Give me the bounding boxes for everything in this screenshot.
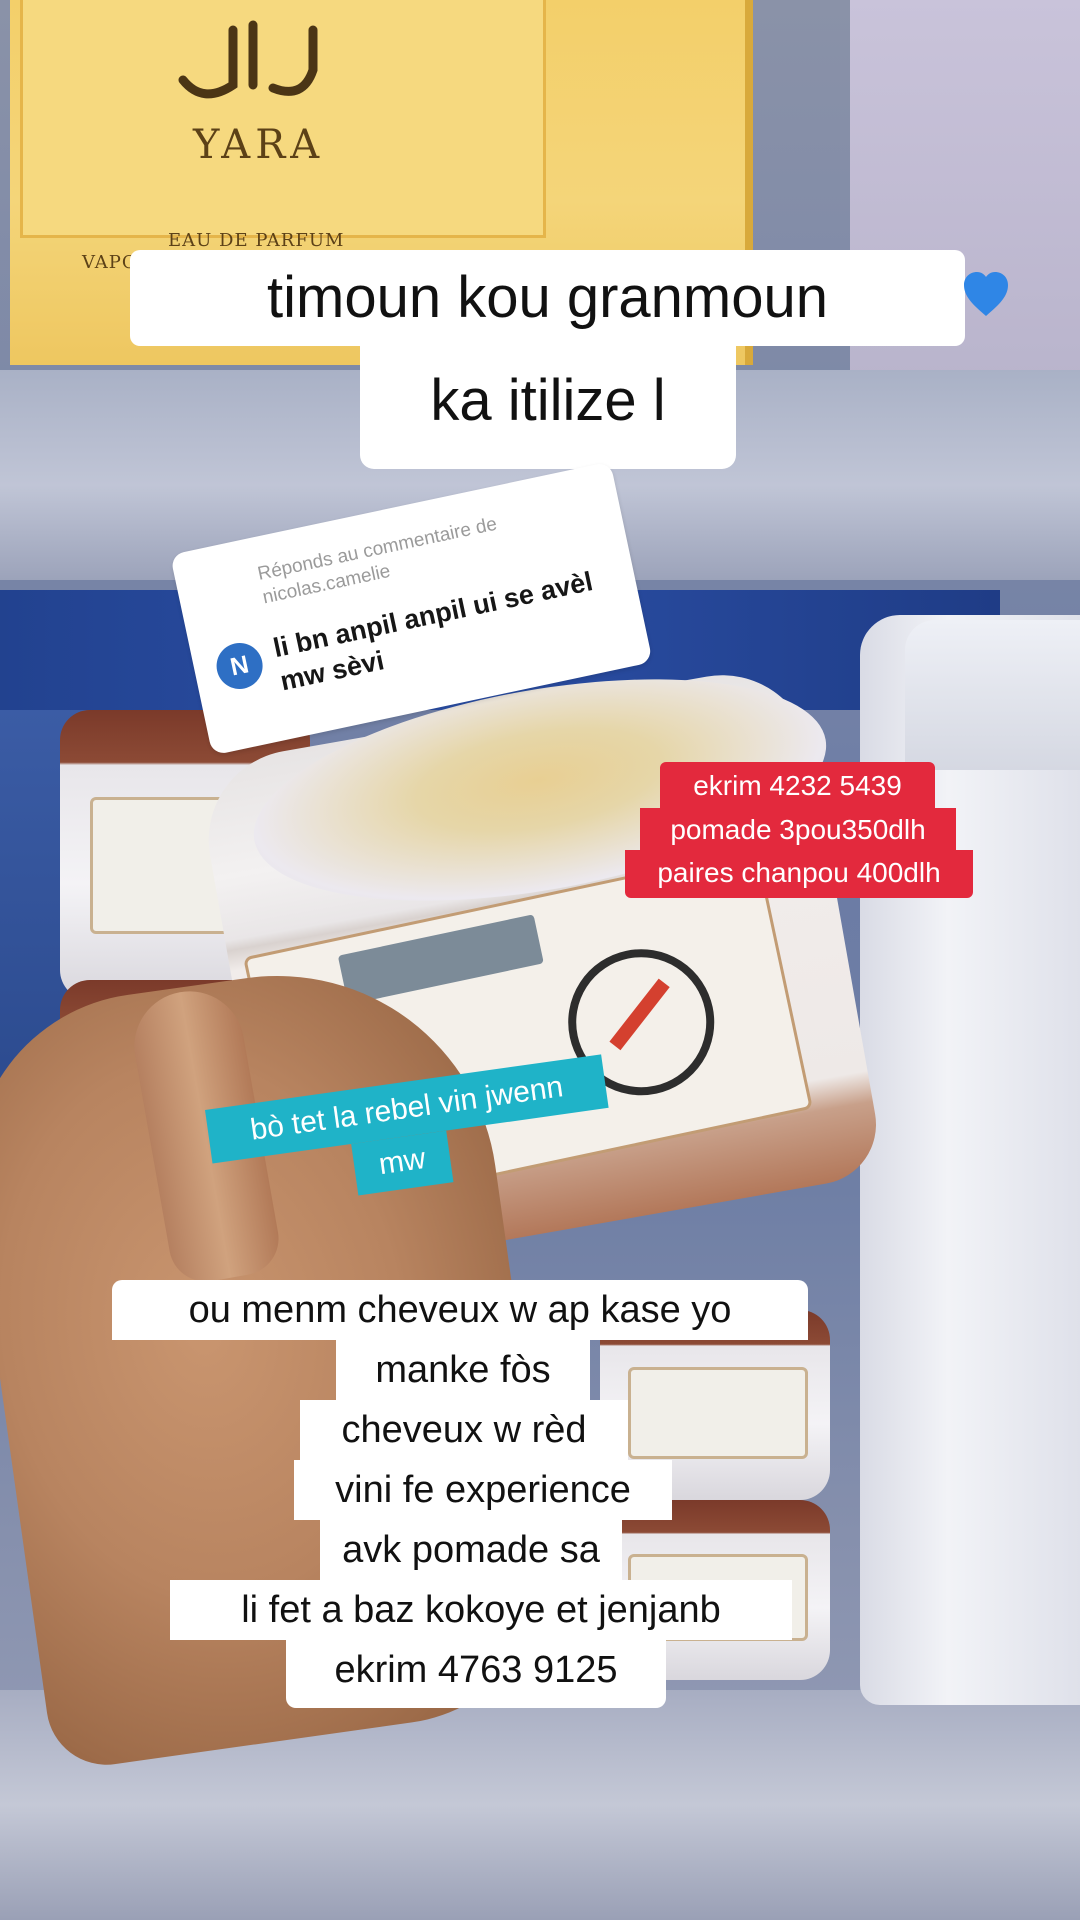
body-text-line: ou menm cheveux w ap kase yo <box>112 1280 808 1340</box>
caption-line-2: ka itilize l <box>360 345 736 469</box>
body-text-line: avk pomade sa <box>320 1520 622 1580</box>
perfume-subtitle: EAU DE PARFUM <box>168 230 345 251</box>
avatar: N <box>212 638 267 694</box>
price-line: pomade 3pou350dlh <box>640 808 956 852</box>
jar-label <box>627 1367 809 1459</box>
video-frame: YARA EAU DE PARFUM VAPO timoun kou granm… <box>0 0 1080 1920</box>
price-line: ekrim 4232 5439 <box>660 762 935 810</box>
body-text-line: vini fe experience <box>294 1460 672 1520</box>
body-text-line: manke fòs <box>336 1340 590 1400</box>
body-text-line: cheveux w rèd <box>300 1400 628 1460</box>
perfume-box-label: YARA <box>20 0 546 238</box>
body-text-line: li fet a baz kokoye et jenjanb <box>170 1580 792 1640</box>
yara-arabic-logo <box>178 20 318 99</box>
body-text-line: ekrim 4763 9125 <box>286 1640 666 1708</box>
caption-line-1: timoun kou granmoun <box>130 250 965 346</box>
perfume-brand: YARA <box>193 122 325 168</box>
blue-heart-icon <box>964 272 1008 316</box>
tumbler-lid <box>905 620 1080 770</box>
price-line: paires chanpou 400dlh <box>625 850 973 898</box>
